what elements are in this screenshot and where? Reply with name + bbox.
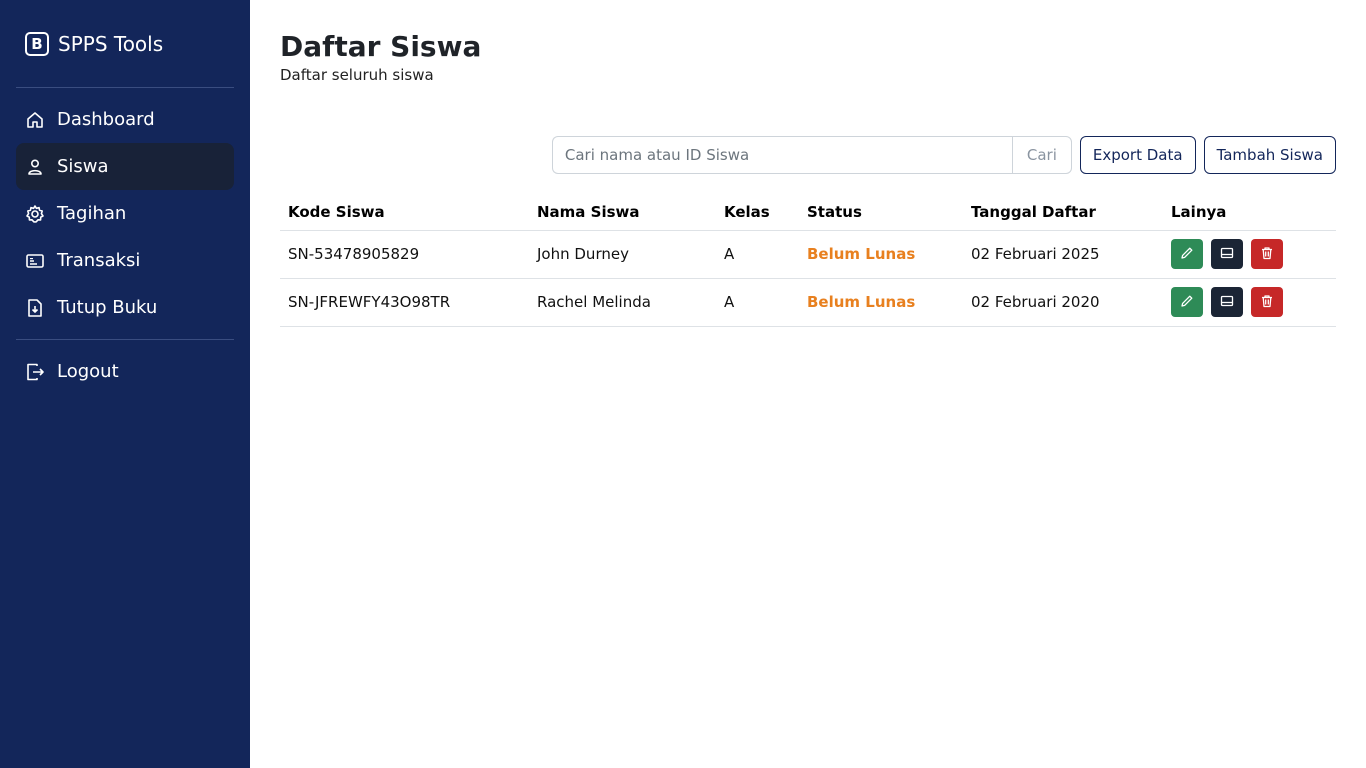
column-header-kelas: Kelas: [716, 194, 799, 231]
cell-nama: John Durney: [529, 230, 716, 279]
brand[interactable]: B SPPS Tools: [16, 0, 234, 88]
brand-name: SPPS Tools: [58, 31, 164, 56]
cell-kelas: A: [716, 278, 799, 327]
pencil-icon: [1180, 246, 1194, 263]
status-badge: Belum Lunas: [799, 278, 963, 327]
file-download-icon: [25, 298, 45, 318]
edit-button[interactable]: [1171, 239, 1203, 269]
sidebar-item-label: Logout: [57, 361, 119, 382]
column-header-tanggal: Tanggal Daftar: [963, 194, 1163, 231]
edit-button[interactable]: [1171, 287, 1203, 317]
delete-button[interactable]: [1251, 287, 1283, 317]
search-button[interactable]: Cari: [1011, 136, 1072, 174]
delete-button[interactable]: [1251, 239, 1283, 269]
sidebar-nav: Dashboard Siswa Tagihan Transaksi Tutup …: [16, 88, 234, 340]
add-student-button[interactable]: Tambah Siswa: [1203, 136, 1336, 174]
cell-actions: [1163, 278, 1336, 327]
search-group: Cari: [551, 136, 1072, 174]
table-row: SN-JFREWFY43O98TR Rachel Melinda A Belum…: [280, 278, 1336, 327]
table-header-row: Kode Siswa Nama Siswa Kelas Status Tangg…: [280, 194, 1336, 231]
sidebar-item-label: Tagihan: [57, 203, 127, 224]
cell-actions: [1163, 230, 1336, 279]
row-actions: [1171, 239, 1328, 269]
card-icon: [1220, 246, 1234, 263]
table-row: SN-53478905829 John Durney A Belum Lunas…: [280, 230, 1336, 279]
toolbar: Cari Export Data Tambah Siswa: [280, 136, 1336, 174]
sidebar-item-label: Tutup Buku: [57, 297, 158, 318]
payment-button[interactable]: [1211, 287, 1243, 317]
home-icon: [25, 110, 45, 130]
card-icon: [25, 251, 45, 271]
cell-kelas: A: [716, 230, 799, 279]
cell-tanggal: 02 Februari 2020: [963, 278, 1163, 327]
cell-kode: SN-JFREWFY43O98TR: [280, 278, 529, 327]
sidebar-item-transaksi[interactable]: Transaksi: [16, 237, 234, 284]
sidebar-item-logout[interactable]: Logout: [16, 348, 234, 395]
sidebar-item-dashboard[interactable]: Dashboard: [16, 96, 234, 143]
cell-kode: SN-53478905829: [280, 230, 529, 279]
brand-logo-icon: B: [25, 31, 49, 56]
column-header-lainya: Lainya: [1163, 194, 1336, 231]
status-badge: Belum Lunas: [799, 230, 963, 279]
page-subtitle: Daftar seluruh siswa: [280, 66, 434, 84]
students-table: Kode Siswa Nama Siswa Kelas Status Tangg…: [280, 194, 1336, 327]
sidebar-item-tagihan[interactable]: Tagihan: [16, 190, 234, 237]
column-header-status: Status: [799, 194, 963, 231]
sidebar-item-siswa[interactable]: Siswa: [16, 143, 234, 190]
payment-button[interactable]: [1211, 239, 1243, 269]
cell-tanggal: 02 Februari 2025: [963, 230, 1163, 279]
export-data-button[interactable]: Export Data: [1079, 136, 1196, 174]
search-input[interactable]: [551, 136, 1012, 174]
gear-icon: [25, 204, 45, 224]
page-title: Daftar Siswa: [280, 30, 482, 63]
row-actions: [1171, 287, 1328, 317]
logout-icon: [25, 362, 45, 382]
trash-icon: [1260, 294, 1274, 311]
pencil-icon: [1180, 294, 1194, 311]
sidebar-footer: Logout: [16, 340, 234, 395]
column-header-kode: Kode Siswa: [280, 194, 529, 231]
sidebar: B SPPS Tools Dashboard Siswa Tagihan Tra…: [0, 0, 250, 768]
sidebar-item-tutup-buku[interactable]: Tutup Buku: [16, 284, 234, 331]
main-content: Daftar Siswa Daftar seluruh siswa Cari E…: [250, 0, 1366, 768]
sidebar-item-label: Transaksi: [57, 250, 141, 271]
trash-icon: [1260, 246, 1274, 263]
column-header-nama: Nama Siswa: [529, 194, 716, 231]
cell-nama: Rachel Melinda: [529, 278, 716, 327]
sidebar-item-label: Dashboard: [57, 109, 155, 130]
user-icon: [25, 157, 45, 177]
sidebar-item-label: Siswa: [57, 156, 109, 177]
card-icon: [1220, 294, 1234, 311]
